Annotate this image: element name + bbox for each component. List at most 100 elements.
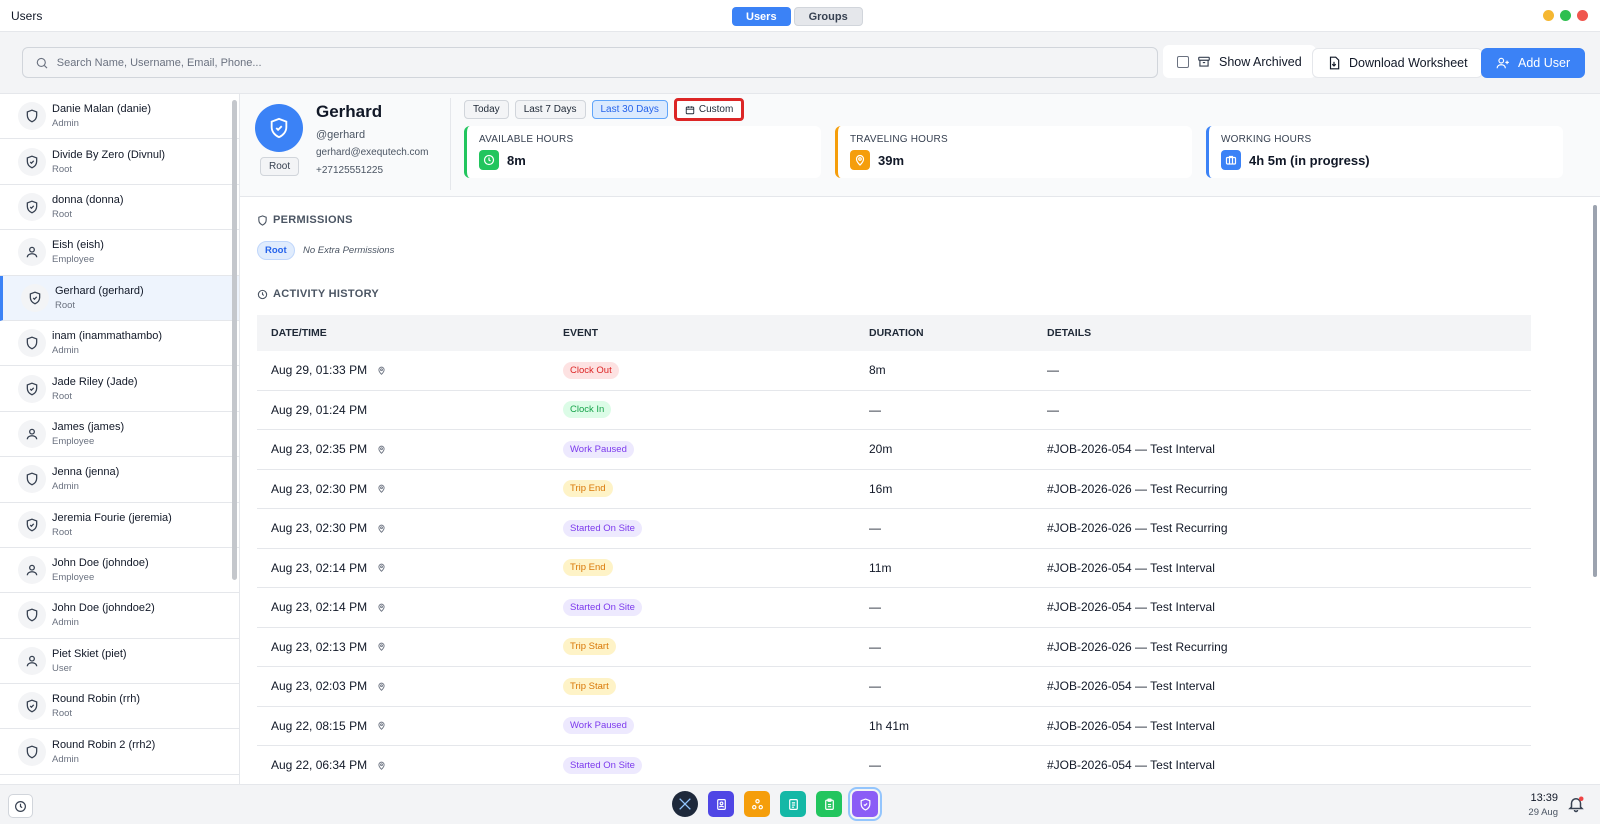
cell-event: Started On Site [563,519,869,537]
map-pin-icon[interactable] [377,642,386,652]
user-name: Gerhard (gerhard) [55,284,144,297]
tab-groups[interactable]: Groups [793,7,863,26]
contacts-app-icon[interactable] [708,791,734,817]
user-info: Piet Skiet (piet) User [52,648,127,674]
user-name: inam (inammathambo) [52,330,163,343]
range-custom[interactable]: Custom [673,98,745,121]
logo-app-icon[interactable] [672,791,698,817]
column-header-duration[interactable]: DURATION [869,327,1047,339]
map-pin-icon[interactable] [377,563,386,573]
user-list-item[interactable]: Divide By Zero (Divnul) Root [0,139,239,185]
tab-users[interactable]: Users [732,7,791,26]
user-list-item[interactable]: Eish (eish) Employee [0,230,239,276]
person-icon [18,646,46,675]
profile-header: Root Gerhard @gerhard gerhard@exequtech.… [240,94,1600,197]
user-info: Danie Malan (danie) Admin [52,103,151,129]
user-name: Round Robin (rrh) [52,693,141,706]
map-pin-icon[interactable] [377,484,386,494]
table-row: Aug 29, 01:33 PM Clock Out 8m — [257,351,1531,391]
range-last-30-days[interactable]: Last 30 Days [591,100,668,119]
user-info: John Doe (johndoe) Employee [52,557,149,583]
document-app-icon[interactable] [780,791,806,817]
datetime-text: Aug 23, 02:14 PM [271,600,368,615]
briefcase-icon [1221,150,1241,170]
user-list-item[interactable]: donna (donna) Root [0,185,239,231]
map-pin-icon[interactable] [377,366,386,375]
show-archived-checkbox[interactable] [1177,55,1189,68]
cell-datetime: Aug 23, 02:30 PM [257,521,563,535]
cell-duration: — [869,600,881,615]
cell-duration: — [869,521,881,536]
minimize-button[interactable] [1543,10,1554,21]
user-role: Admin [52,345,79,357]
history-button[interactable] [8,794,33,818]
sidebar-scrollbar[interactable] [232,100,237,580]
show-archived-toggle[interactable]: Show Archived [1163,45,1316,78]
user-role: Root [55,299,76,311]
cell-datetime: Aug 23, 02:14 PM [257,561,563,575]
cell-datetime: Aug 23, 02:13 PM [257,640,563,654]
cell-details: #JOB-2026-054 — Test Interval [1047,758,1215,773]
calendar-icon [685,105,695,114]
map-pin-icon[interactable] [377,603,386,612]
stat-value: 8m [507,153,526,168]
user-list-item[interactable]: Gerhard (gerhard) Root [0,275,239,321]
map-pin-icon[interactable] [377,682,386,691]
close-button[interactable] [1577,10,1588,21]
user-list-item[interactable]: John Doe (johndoe2) Admin [0,593,239,639]
column-header-event[interactable]: EVENT [563,327,869,339]
user-list-item[interactable]: James (james) Employee [0,412,239,458]
users-app-icon[interactable] [848,787,882,821]
profile-email: gerhard@exequtech.com [316,147,429,158]
cell-datetime: Aug 23, 02:14 PM [257,600,563,614]
range-last-7-days[interactable]: Last 7 Days [514,100,586,119]
main-scrollbar[interactable] [1593,205,1597,577]
stat-label: AVAILABLE HOURS [479,134,574,145]
user-list-item[interactable]: Jenna (jenna) Admin [0,457,239,503]
map-pin-icon[interactable] [377,445,386,454]
user-list-item[interactable]: inam (inammathambo) Admin [0,321,239,367]
user-role: Root [52,208,73,220]
range-today[interactable]: Today [464,100,509,119]
map-pin-icon[interactable] [377,524,386,533]
user-list-item[interactable]: Jade Riley (Jade) Root [0,366,239,412]
cell-event: Started On Site [563,598,869,616]
cell-duration: — [869,639,881,654]
user-info: Divide By Zero (Divnul) Root [52,149,165,175]
map-pin-icon[interactable] [377,721,386,731]
cell-details: #JOB-2026-054 — Test Interval [1047,442,1215,457]
clock-icon [257,289,268,299]
download-worksheet-button[interactable]: Download Worksheet [1312,48,1483,78]
event-badge: Work Paused [563,717,634,735]
column-header-datetime[interactable]: DATE/TIME [257,327,563,339]
stat-available-hours: AVAILABLE HOURS 8m [464,126,821,178]
user-list-item[interactable]: Piet Skiet (piet) User [0,639,239,685]
cell-event: Started On Site [563,756,869,774]
cell-datetime: Aug 29, 01:33 PM [257,363,563,377]
user-list-item[interactable]: Round Robin (rrh) Root [0,684,239,730]
user-role: Root [52,163,73,175]
shield-check-icon [18,147,46,176]
search-icon [36,57,48,69]
table-row: Aug 23, 02:13 PM Trip Start — #JOB-2026-026… [257,628,1531,667]
clipboard-app-icon[interactable] [816,791,842,817]
table-row: Aug 29, 01:24 PM Clock In — — [257,391,1531,430]
maximize-button[interactable] [1560,10,1571,21]
datetime-text: Aug 22, 08:15 PM [271,718,368,733]
cell-details: #JOB-2026-026 — Test Recurring [1047,521,1228,536]
search-box[interactable] [22,47,1158,78]
search-input[interactable] [56,56,1157,69]
user-role: Admin [52,118,79,130]
user-list-item[interactable]: Danie Malan (danie) Admin [0,94,239,140]
network-app-icon[interactable] [744,791,770,817]
notifications-button[interactable] [1567,795,1585,816]
user-info: Jenna (jenna) Admin [52,466,119,492]
user-role: Employee [52,572,95,584]
add-user-button[interactable]: Add User [1481,48,1586,78]
map-pin-icon[interactable] [377,761,386,770]
user-list-item[interactable]: Round Robin 2 (rrh2) Admin [0,729,239,775]
user-list-item[interactable]: John Doe (johndoe) Employee [0,548,239,594]
column-header-details[interactable]: DETAILS [1047,327,1531,339]
profile-phone: +27125551225 [316,165,384,176]
user-list-item[interactable]: Jeremia Fourie (jeremia) Root [0,503,239,548]
